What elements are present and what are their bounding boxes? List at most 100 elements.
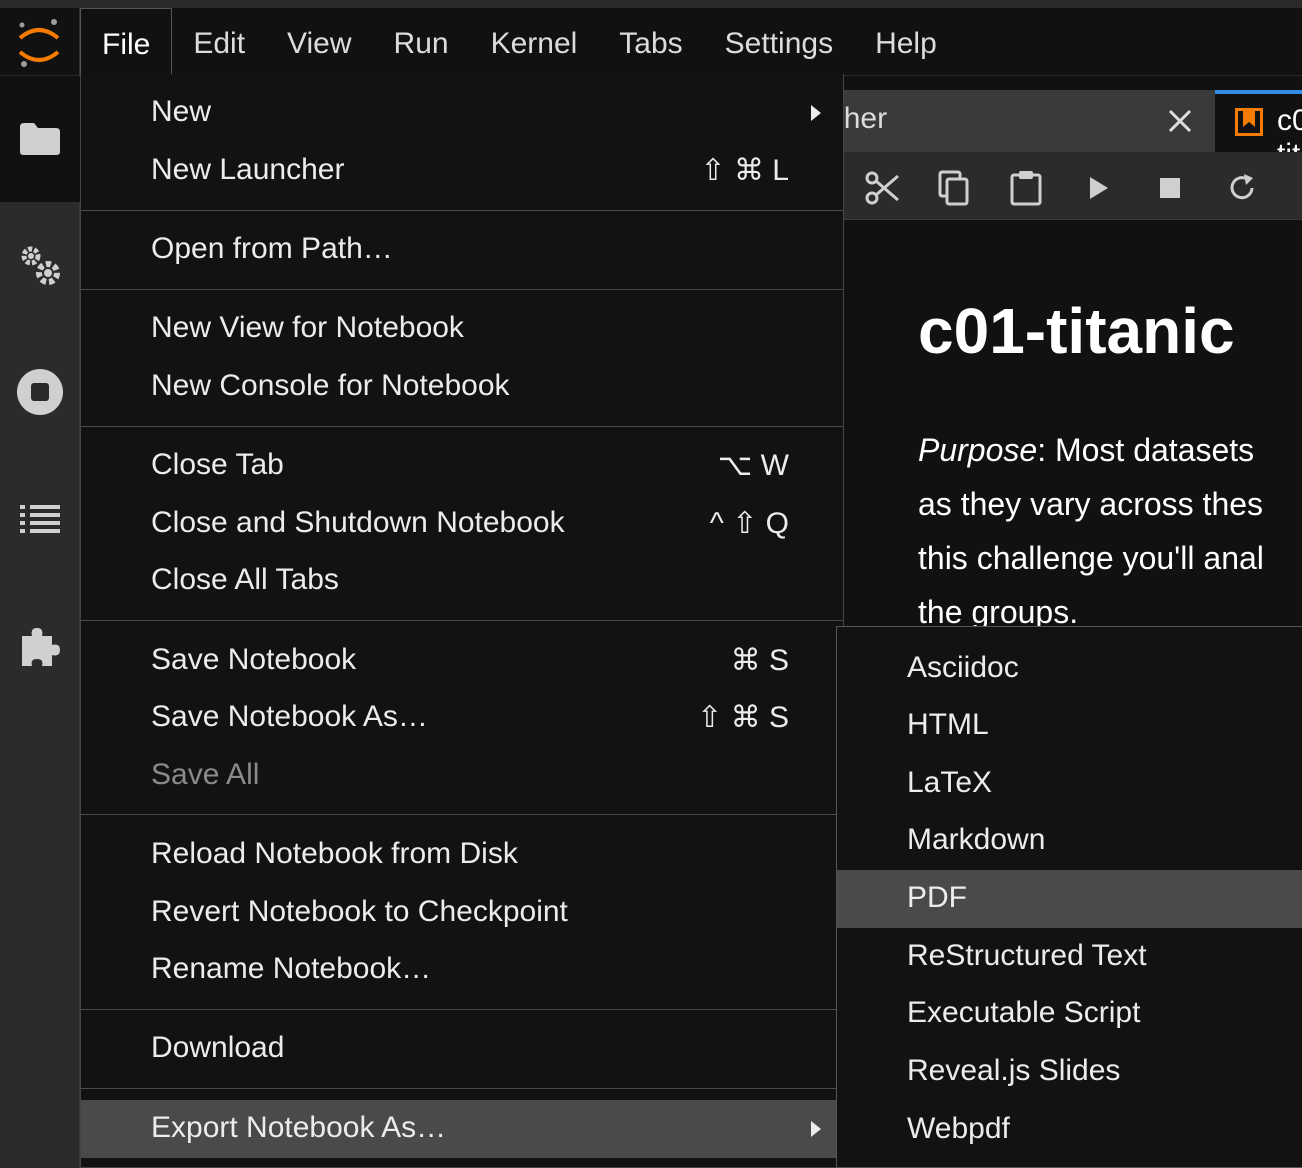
menu-item-label: Save All — [151, 758, 260, 791]
menu-item-rename-notebook[interactable]: Rename Notebook… — [81, 941, 843, 999]
top-bar: File Edit View Run Kernel Tabs Settings … — [0, 0, 1302, 78]
menu-item-label: Close All Tabs — [151, 563, 339, 596]
list-icon — [20, 505, 60, 533]
file-menu: New New Launcher ⇧ ⌘ L Open from Path… N… — [80, 74, 844, 1168]
menu-item-shortcut: ^ ⇧ Q — [709, 507, 789, 540]
stop-circle-icon — [17, 369, 63, 415]
copy-icon[interactable] — [936, 170, 972, 206]
sidebar-file-browser[interactable] — [0, 76, 80, 202]
purpose-text: : Most datasets — [1037, 432, 1255, 468]
menu-item-new-launcher[interactable]: New Launcher ⇧ ⌘ L — [81, 142, 843, 200]
export-restructured-text[interactable]: ReStructured Text — [837, 928, 1302, 986]
menu-separator — [81, 814, 843, 815]
puzzle-icon — [22, 628, 60, 666]
export-item-label: PDF — [907, 881, 967, 914]
menu-item-label: Download — [151, 1031, 285, 1064]
export-revealjs-slides[interactable]: Reveal.js Slides — [837, 1043, 1302, 1101]
purpose-label: Purpose — [918, 432, 1038, 468]
menu-separator — [81, 289, 843, 290]
sidebar-kernels[interactable] — [0, 357, 80, 427]
menu-item-label: New — [151, 95, 212, 128]
menu-edit[interactable]: Edit — [172, 8, 266, 76]
notebook-toolbar — [840, 152, 1302, 220]
menu-item-label: Revert Notebook to Checkpoint — [151, 895, 568, 928]
running-gears-icon — [21, 246, 60, 285]
menu-bar: File Edit View Run Kernel Tabs Settings … — [80, 8, 958, 78]
menu-item-label: Save Notebook — [151, 643, 357, 676]
menu-item-shortcut: ⌥ W — [717, 449, 789, 482]
export-item-label: Webpdf — [907, 1112, 1010, 1145]
menu-item-shortcut: ⇧ ⌘ L — [700, 154, 790, 187]
menu-item-close-tab[interactable]: Close Tab ⌥ W — [81, 437, 843, 495]
menu-separator — [81, 620, 843, 621]
sidebar-extensions[interactable] — [0, 611, 80, 681]
export-markdown[interactable]: Markdown — [837, 812, 1302, 870]
menu-item-label: Rename Notebook… — [151, 952, 432, 985]
menu-item-download[interactable]: Download — [81, 1020, 843, 1078]
menu-item-close-shutdown[interactable]: Close and Shutdown Notebook ^ ⇧ Q — [81, 495, 843, 553]
scissors-icon[interactable] — [864, 170, 900, 206]
tab-notebook[interactable]: c01-titanic — [1215, 90, 1302, 152]
export-executable-script[interactable]: Executable Script — [837, 985, 1302, 1043]
export-item-label: HTML — [907, 708, 989, 741]
notebook-line-2: as they vary across thes — [918, 486, 1264, 522]
export-item-label: Asciidoc — [907, 651, 1019, 684]
menu-item-shortcut: ⌘ S — [730, 644, 789, 677]
export-submenu: Asciidoc HTML LaTeX Markdown PDF ReStruc… — [836, 626, 1302, 1168]
chevron-right-icon — [811, 1121, 821, 1137]
export-pdf[interactable]: PDF — [837, 870, 1302, 928]
menu-item-save-notebook[interactable]: Save Notebook ⌘ S — [81, 632, 843, 690]
tab-launcher-label: Launcher — [840, 102, 888, 135]
export-html[interactable]: HTML — [837, 697, 1302, 755]
tab-notebook-label: c01-titanic — [1277, 104, 1302, 152]
sidebar-running[interactable] — [0, 230, 80, 300]
menu-item-new-console[interactable]: New Console for Notebook — [81, 358, 843, 416]
menu-separator — [81, 426, 843, 427]
notebook-title: c01-titanic — [918, 295, 1235, 367]
menu-item-reload-notebook[interactable]: Reload Notebook from Disk — [81, 826, 843, 884]
export-item-label: LaTeX — [907, 766, 993, 799]
menu-item-label: Close and Shutdown Notebook — [151, 506, 565, 539]
menu-kernel[interactable]: Kernel — [470, 8, 599, 76]
export-asciidoc[interactable]: Asciidoc — [837, 640, 1302, 698]
menu-item-export-notebook-as[interactable]: Export Notebook As… — [81, 1100, 843, 1158]
tab-launcher[interactable]: Launcher — [840, 90, 1215, 152]
export-latex[interactable]: LaTeX — [837, 755, 1302, 813]
menu-settings[interactable]: Settings — [704, 8, 854, 76]
sidebar-toc[interactable] — [0, 484, 80, 554]
export-item-label: Markdown — [907, 823, 1046, 856]
stop-icon[interactable] — [1152, 170, 1188, 206]
menu-item-label: Open from Path… — [151, 232, 393, 265]
menu-file[interactable]: File — [80, 8, 173, 78]
menu-item-label: New Launcher — [151, 153, 345, 186]
menu-item-label: Reload Notebook from Disk — [151, 837, 518, 870]
restart-icon[interactable] — [1224, 170, 1260, 206]
menu-item-open-from-path[interactable]: Open from Path… — [81, 221, 843, 279]
notebook-line-3: this challenge you'll anal — [918, 540, 1264, 576]
menu-item-save-notebook-as[interactable]: Save Notebook As… ⇧ ⌘ S — [81, 689, 843, 747]
menu-help[interactable]: Help — [854, 8, 958, 76]
menu-item-label: New View for Notebook — [151, 311, 464, 344]
export-webpdf[interactable]: Webpdf — [837, 1101, 1302, 1159]
menu-item-label: Export Notebook As… — [151, 1111, 447, 1144]
menu-tabs[interactable]: Tabs — [598, 8, 703, 76]
menu-item-new-view[interactable]: New View for Notebook — [81, 300, 843, 358]
paste-icon[interactable] — [1008, 170, 1044, 206]
menu-view[interactable]: View — [266, 8, 372, 76]
menu-run[interactable]: Run — [373, 8, 470, 76]
menu-item-label: New Console for Notebook — [151, 369, 510, 402]
menu-separator — [81, 1088, 843, 1089]
close-icon[interactable] — [1165, 106, 1195, 136]
folder-icon — [20, 123, 60, 155]
menu-item-close-all-tabs[interactable]: Close All Tabs — [81, 552, 843, 610]
jupyter-logo-icon[interactable] — [0, 8, 80, 76]
menu-item-new[interactable]: New — [81, 84, 843, 142]
export-item-label: Executable Script — [907, 996, 1141, 1029]
menu-separator — [81, 210, 843, 211]
notebook-icon — [1235, 108, 1263, 136]
menu-item-revert-notebook[interactable]: Revert Notebook to Checkpoint — [81, 884, 843, 942]
export-item-label: ReStructured Text — [907, 939, 1147, 972]
export-item-label: Reveal.js Slides — [907, 1054, 1121, 1087]
run-icon[interactable] — [1080, 170, 1116, 206]
top-strip — [0, 0, 1302, 8]
